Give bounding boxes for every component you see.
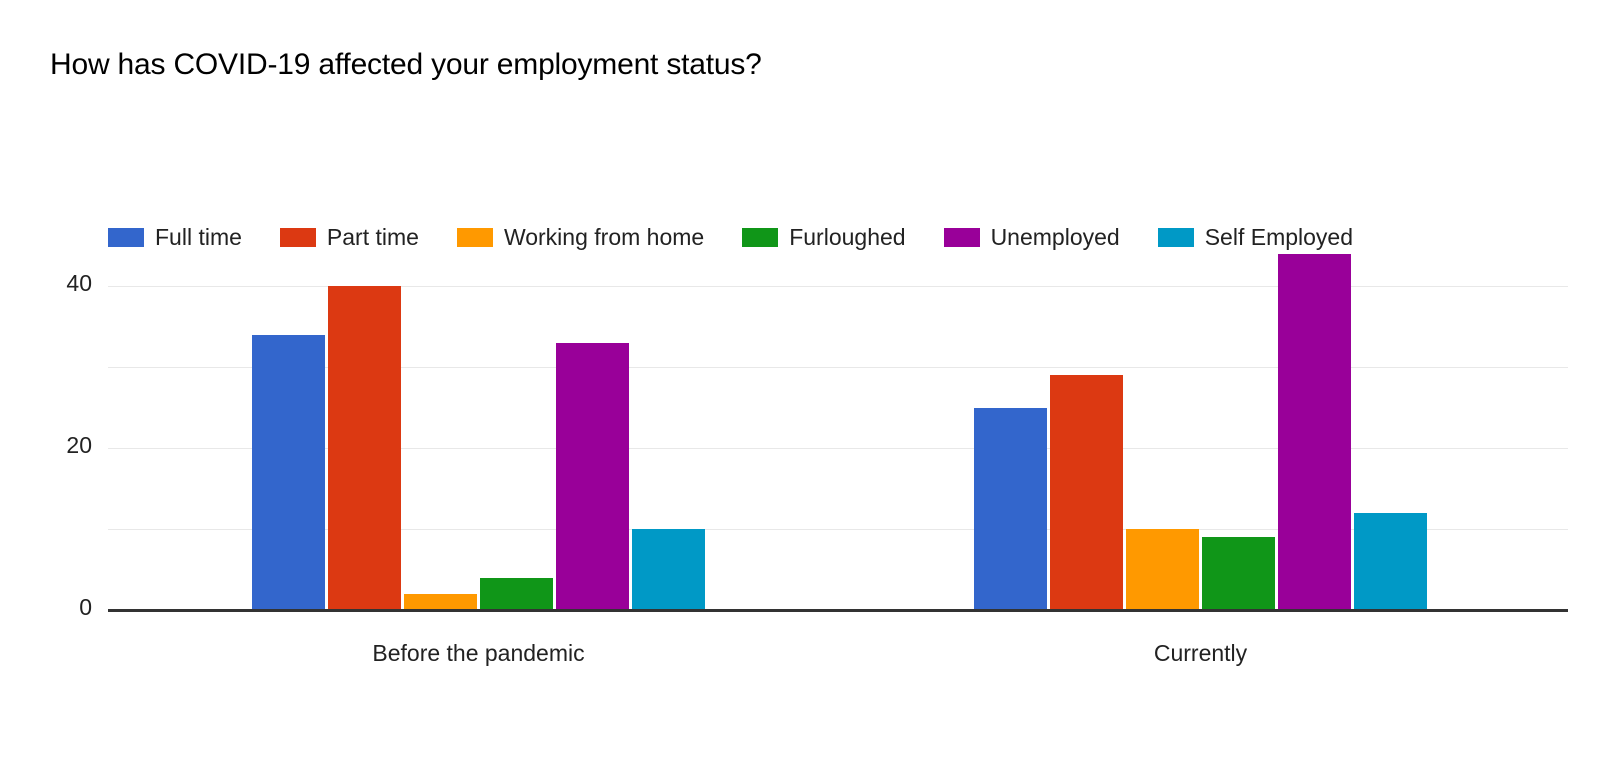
legend-item-working-from-home[interactable]: Working from home [456,223,705,250]
legend-item-part-time[interactable]: Part time [279,223,419,250]
bar[interactable] [328,286,401,610]
legend-item-furloughed[interactable]: Furloughed [742,223,906,250]
legend-swatch-icon [742,227,779,247]
y-axis-tick-label: 20 [66,432,92,458]
plot-area [108,253,1568,612]
bar[interactable] [1202,537,1275,610]
legend-item-unemployed[interactable]: Unemployed [943,223,1120,250]
legend-swatch-icon [1157,227,1194,247]
bar[interactable] [556,342,629,610]
legend-item-full-time[interactable]: Full time [108,223,242,250]
bar[interactable] [632,529,705,610]
x-axis-category-label: Currently [1153,640,1248,666]
legend-item-label: Working from home [503,223,705,250]
bar[interactable] [1050,375,1123,610]
bar[interactable] [252,334,325,610]
bar[interactable] [1354,512,1427,610]
bar[interactable] [1126,529,1199,610]
legend-item-label: Self Employed [1204,223,1354,250]
bar-chart: How has COVID-19 affected your employmen… [0,0,1600,783]
legend-item-label: Furloughed [789,223,906,250]
chart-title: How has COVID-19 affected your employmen… [50,48,762,81]
bar[interactable] [974,407,1047,610]
bar[interactable] [1278,253,1351,610]
legend-swatch-icon [943,227,980,247]
x-axis-category-label: Before the pandemic [372,640,585,666]
legend-swatch-icon [456,227,493,247]
legend-item-self-employed[interactable]: Self Employed [1157,223,1354,250]
legend-item-label: Unemployed [990,223,1120,250]
bar[interactable] [404,593,477,610]
legend-item-label: Part time [326,223,419,250]
legend-swatch-icon [279,227,316,247]
bar[interactable] [480,577,553,610]
y-axis-tick-label: 0 [79,594,92,620]
axis-baseline [108,609,1568,612]
y-axis-tick-label: 40 [66,270,92,296]
legend-item-label: Full time [155,223,242,250]
chart-legend: Full time Part time Working from home Furlo… [108,220,1353,254]
legend-swatch-icon [108,227,144,247]
